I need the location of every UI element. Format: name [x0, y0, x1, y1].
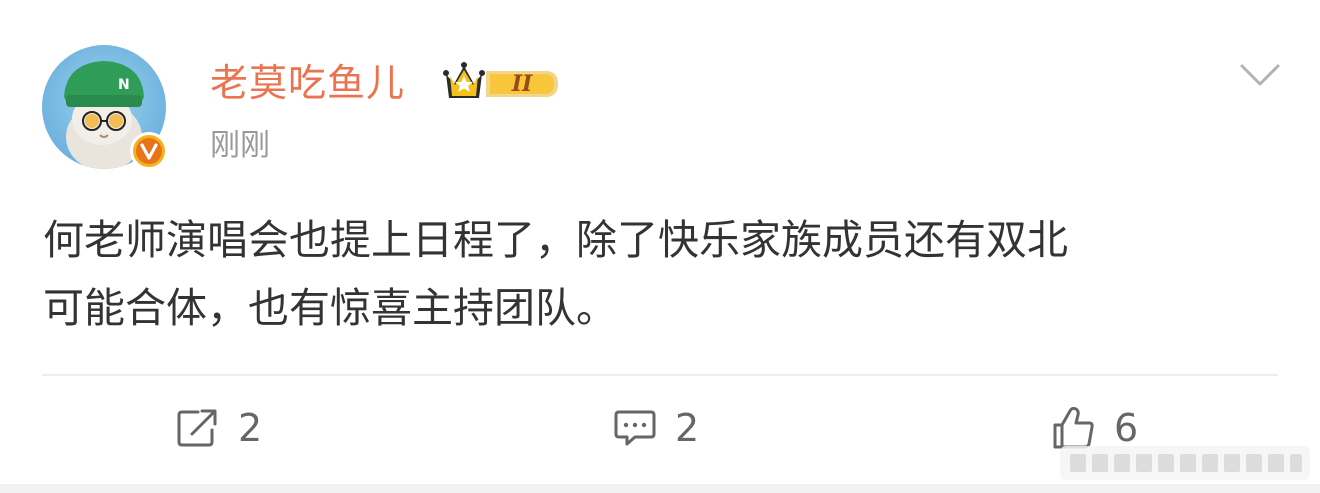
thumbs-up-icon — [1053, 406, 1094, 449]
repost-button[interactable]: 2 — [176, 404, 262, 452]
repost-icon — [177, 409, 217, 447]
more-options-button[interactable] — [1238, 60, 1282, 90]
post-timestamp: 刚刚 — [210, 128, 270, 163]
like-button[interactable]: 6 — [1052, 404, 1138, 452]
post-text-line-2: 可能合体，也有惊喜主持团队。 — [43, 284, 617, 332]
post-text: 何老师演唱会也提上日程了，除了快乐家族成员还有双北 可能合体，也有惊喜主持团队。 — [43, 206, 1283, 342]
repost-count: 2 — [238, 406, 263, 450]
verified-icon — [130, 132, 168, 170]
crown-icon: II — [443, 62, 558, 98]
post-text-line-1: 何老师演唱会也提上日程了，除了快乐家族成员还有双北 — [43, 216, 1068, 264]
watermark-strip — [1060, 446, 1310, 480]
divider — [42, 374, 1278, 376]
weibo-post-card: N 老莫吃鱼儿 II 刚刚 何老师演唱会也提上日程了，除了快乐家族成员还有双北 … — [0, 0, 1320, 493]
comment-icon — [614, 410, 656, 446]
svg-text:N: N — [118, 77, 130, 93]
avatar-container[interactable]: N — [42, 45, 168, 170]
username[interactable]: 老莫吃鱼儿 — [210, 58, 405, 108]
chevron-down-icon — [1240, 64, 1280, 86]
comment-button[interactable]: 2 — [613, 404, 699, 452]
comment-count: 2 — [675, 406, 700, 450]
like-count: 6 — [1114, 406, 1139, 450]
badge-level-text: II — [511, 71, 533, 97]
crown-level-badge[interactable]: II — [442, 58, 562, 106]
bottom-separator — [0, 484, 1320, 493]
